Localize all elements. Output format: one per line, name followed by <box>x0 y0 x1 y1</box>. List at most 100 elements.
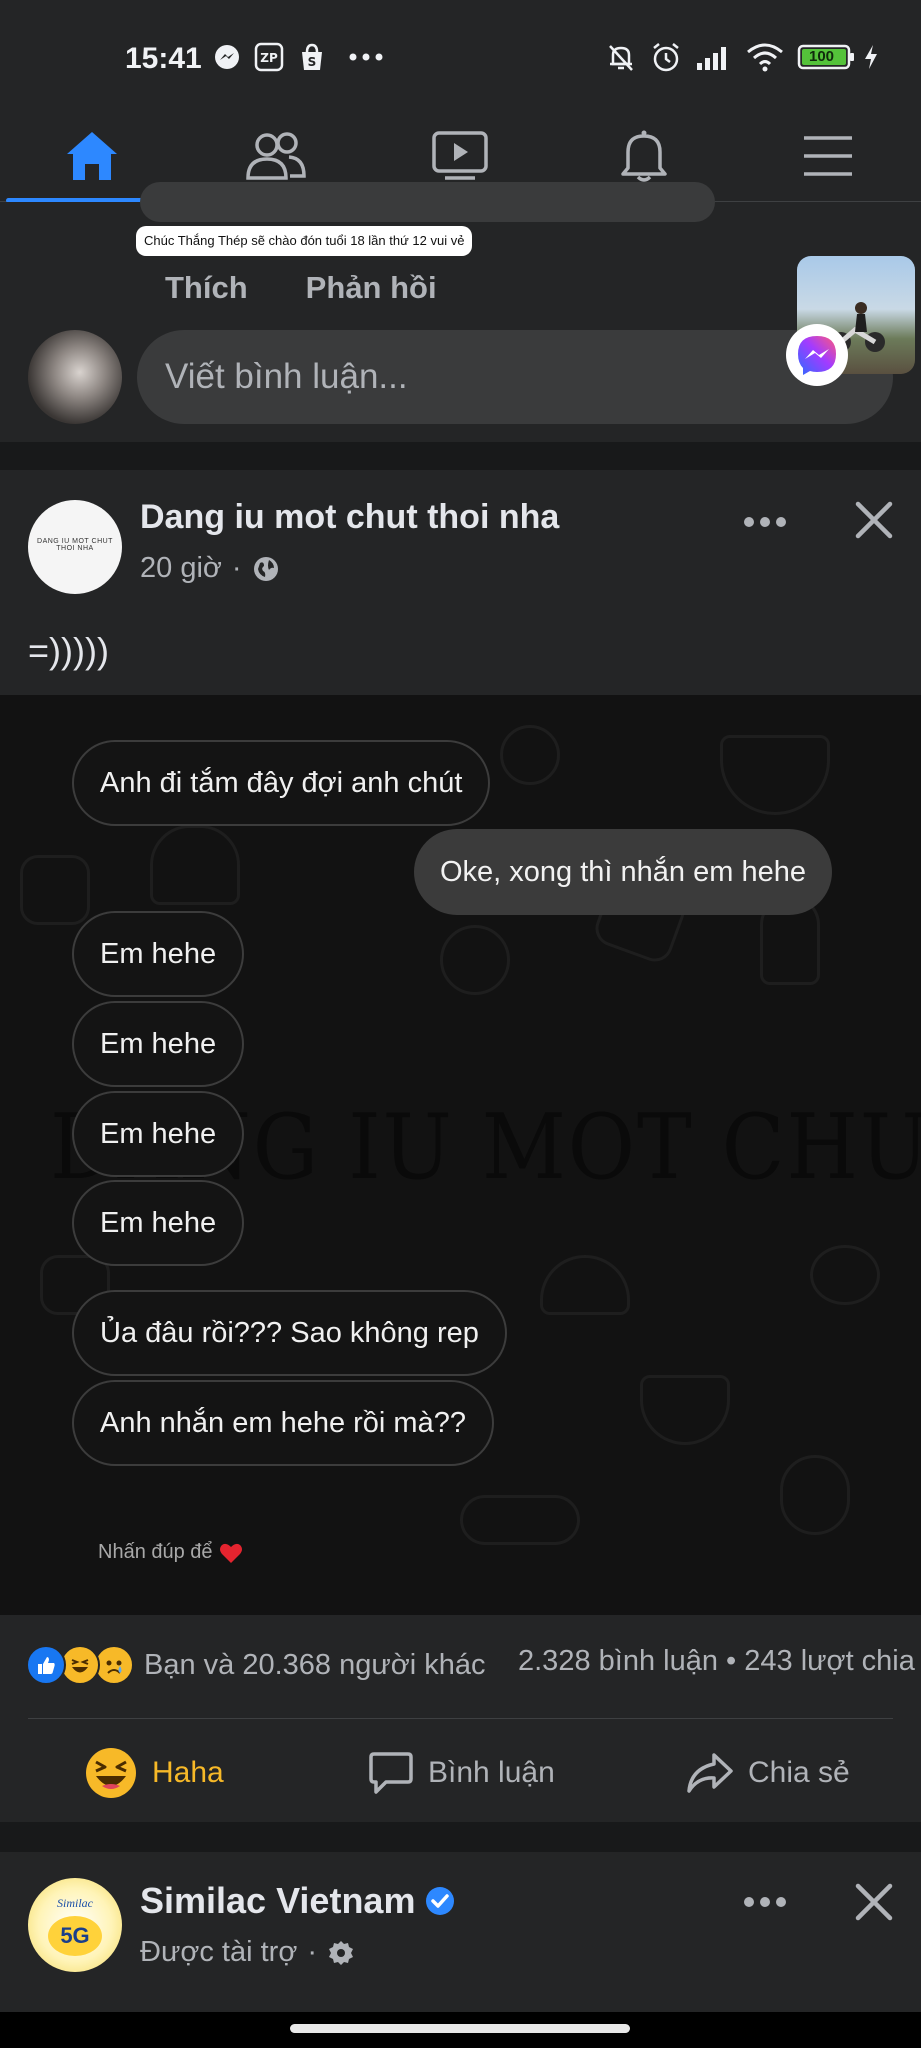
page-name[interactable]: Dang iu mot chut thoi nha <box>140 498 559 537</box>
like-reaction-icon <box>26 1645 66 1685</box>
background-doodle <box>810 1245 880 1305</box>
status-bar: 15:41 ZP S 100 <box>0 0 921 110</box>
post-text: =))))) <box>28 630 109 671</box>
reactions-summary[interactable]: Bạn và 20.368 người khác <box>26 1640 486 1690</box>
chat-bubble-incoming: Em hehe <box>72 1001 245 1087</box>
haha-reaction-icon <box>60 1645 100 1685</box>
close-icon <box>855 1883 893 1921</box>
watch-icon <box>432 131 488 180</box>
comment-input[interactable]: Viết bình luận... <box>137 330 893 424</box>
more-dots-icon <box>744 517 786 527</box>
page-avatar[interactable]: DANG IU MOT CHUT THOI NHA <box>28 500 122 594</box>
meta-separator: · <box>231 552 242 584</box>
reply-link[interactable]: Phản hồi <box>306 270 437 306</box>
post-image[interactable]: DANG IU MOT CHUT THOI NHA Anh đi tắm đây… <box>0 695 921 1615</box>
chat-bubble-incoming: Ủa đâu rồi??? Sao không rep <box>72 1290 507 1376</box>
background-doodle <box>720 735 830 815</box>
haha-button[interactable]: Haha <box>84 1736 224 1810</box>
svg-text:ZP: ZP <box>260 51 278 65</box>
background-doodle <box>440 925 510 995</box>
close-icon <box>855 501 893 539</box>
engagement-counts[interactable]: 2.328 bình luận • 243 lượt chia <box>518 1645 915 1678</box>
haha-icon <box>86 1748 136 1798</box>
status-time: 15:41 <box>125 42 202 75</box>
svg-text:S: S <box>308 55 317 69</box>
comment-icon <box>369 1752 413 1794</box>
background-doodle <box>460 1495 580 1545</box>
alarm-icon <box>650 42 682 72</box>
messenger-icon <box>213 42 241 72</box>
home-indicator[interactable] <box>290 2024 630 2033</box>
verified-icon <box>426 1887 455 1915</box>
sponsor-meta: Được tài trợ · <box>140 1936 355 1969</box>
shopee-icon: S <box>298 42 326 72</box>
sponsored-post: Similac 5G Similac Vietnam Được tài trợ … <box>0 1852 921 2012</box>
signal-icon <box>695 42 733 72</box>
comment-label: Bình luận <box>428 1756 555 1789</box>
tab-menu[interactable] <box>736 110 920 202</box>
reactions-text: Bạn và 20.368 người khác <box>144 1648 486 1681</box>
sponsor-avatar-brand: Similac <box>57 1896 93 1910</box>
friends-icon <box>246 132 306 180</box>
haha-label: Haha <box>152 1756 224 1789</box>
zalopay-icon: ZP <box>254 42 284 72</box>
background-doodle <box>540 1255 630 1315</box>
divider <box>28 1718 893 1719</box>
battery-level: 100 <box>809 48 835 65</box>
previous-comment-bubble <box>140 182 715 222</box>
share-label: Chia sẻ <box>748 1756 850 1789</box>
background-doodle <box>780 1455 850 1535</box>
sponsored-label: Được tài trợ <box>140 1936 298 1968</box>
sticker-caption: Chúc Thắng Thép sẽ chào đón tuổi 18 lần … <box>136 226 473 256</box>
like-link[interactable]: Thích <box>165 270 248 306</box>
hide-post-button[interactable] <box>852 1880 896 1924</box>
sponsor-name-text: Similac Vietnam <box>140 1880 416 1921</box>
user-avatar <box>28 330 122 424</box>
double-tap-hint: Nhấn đúp để <box>98 1541 243 1564</box>
messenger-badge <box>786 324 848 386</box>
post-time: 20 giờ <box>140 552 222 584</box>
more-dots-icon <box>744 1897 786 1907</box>
bell-icon <box>621 130 667 182</box>
gear-icon <box>329 1940 354 1965</box>
globe-icon <box>253 556 278 581</box>
more-dots-icon <box>348 42 384 72</box>
messenger-icon <box>798 336 836 375</box>
home-icon <box>67 132 117 180</box>
comments-count[interactable]: 2.328 bình luận <box>518 1645 718 1677</box>
feed-post: DANG IU MOT CHUT THOI NHA Dang iu mot ch… <box>0 470 921 1822</box>
more-options-button[interactable] <box>740 1882 790 1922</box>
background-doodle <box>20 855 90 925</box>
share-icon <box>687 1753 733 1793</box>
sponsor-avatar[interactable]: Similac 5G <box>28 1878 122 1972</box>
sponsor-name[interactable]: Similac Vietnam <box>140 1880 455 1922</box>
background-doodle <box>150 825 240 905</box>
heart-icon <box>219 1543 242 1563</box>
sponsor-avatar-badge: 5G <box>48 1916 102 1956</box>
background-doodle <box>640 1375 730 1445</box>
shares-count[interactable]: 243 lượt chia <box>744 1645 915 1677</box>
chat-bubble-incoming: Em hehe <box>72 911 245 997</box>
counts-separator: • <box>726 1645 737 1677</box>
post-meta: 20 giờ · <box>140 552 280 585</box>
hamburger-icon <box>804 136 852 176</box>
wifi-icon <box>745 42 785 72</box>
previous-post: Chúc Thắng Thép sẽ chào đón tuổi 18 lần … <box>0 182 921 442</box>
charging-icon <box>861 42 881 72</box>
chat-bubble-incoming: Em hehe <box>72 1180 245 1266</box>
mute-icon <box>605 42 637 72</box>
page-avatar-text: DANG IU MOT CHUT THOI NHA <box>37 538 113 552</box>
chat-bubble-incoming: Em hehe <box>72 1091 245 1177</box>
more-options-button[interactable] <box>740 502 790 542</box>
meta-separator: · <box>307 1936 318 1968</box>
battery-icon: 100 <box>797 42 857 72</box>
chat-bubble-incoming: Anh đi tắm đây đợi anh chút <box>72 740 491 826</box>
background-doodle <box>500 725 560 785</box>
share-button[interactable]: Chia sẻ <box>686 1736 850 1810</box>
chat-bubble-incoming: Anh nhắn em hehe rồi mà?? <box>72 1380 494 1466</box>
chat-bubble-outgoing: Oke, xong thì nhắn em hehe <box>414 829 832 915</box>
sad-reaction-icon <box>94 1645 134 1685</box>
double-tap-hint-text: Nhấn đúp để <box>98 1541 213 1563</box>
hide-post-button[interactable] <box>852 498 896 542</box>
comment-button[interactable]: Bình luận <box>368 1736 555 1810</box>
